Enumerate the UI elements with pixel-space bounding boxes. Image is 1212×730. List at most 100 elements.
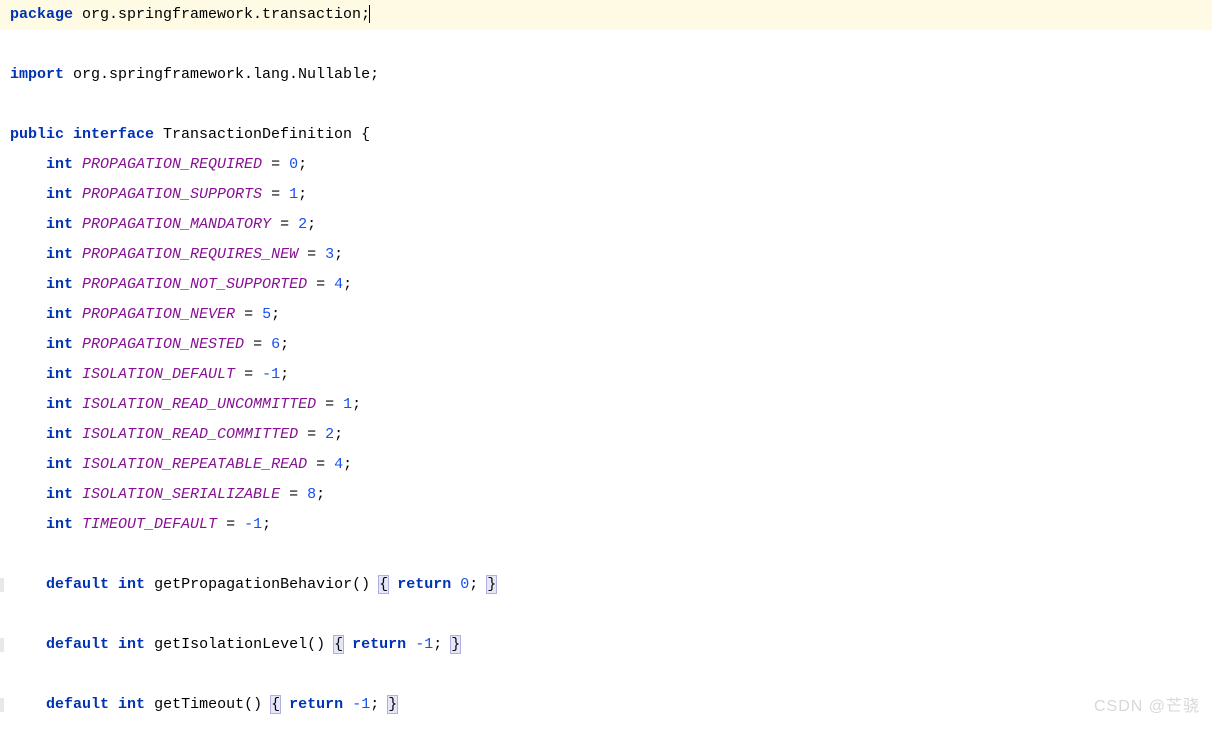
space (145, 576, 154, 593)
code-editor[interactable]: package org.springframework.transaction;… (0, 0, 1212, 720)
semi: ; (307, 216, 316, 233)
keyword-int: int (46, 486, 73, 503)
indent (10, 186, 46, 203)
code-line: default int getIsolationLevel() { return… (10, 630, 1202, 660)
semi: ; (316, 486, 325, 503)
eq: = (307, 246, 325, 263)
watermark: CSDN @芒骁 (1094, 692, 1200, 722)
number-literal: 5 (262, 306, 271, 323)
keyword-default: default (46, 696, 109, 713)
semi: ; (343, 456, 352, 473)
space (406, 636, 415, 653)
semi: ; (262, 516, 271, 533)
eq: = (289, 486, 307, 503)
number-literal: -1 (262, 366, 280, 383)
method-name: getTimeout (154, 696, 244, 713)
caret-icon (369, 5, 370, 23)
semi: ; (298, 186, 307, 203)
eq: = (271, 156, 289, 173)
keyword-int: int (46, 456, 73, 473)
blank-line (10, 90, 1202, 120)
keyword-int: int (46, 186, 73, 203)
gutter-fold-icon[interactable] (0, 698, 4, 712)
blank-line (10, 540, 1202, 570)
indent (10, 216, 46, 233)
code-line: default int getTimeout() { return -1; } (10, 690, 1202, 720)
space (145, 636, 154, 653)
code-line: int PROPAGATION_REQUIRES_NEW = 3; (10, 240, 1202, 270)
number-literal: 8 (307, 486, 316, 503)
number-literal: -1 (415, 636, 433, 653)
keyword-return: return (352, 636, 406, 653)
keyword-int: int (46, 246, 73, 263)
indent (10, 486, 46, 503)
number-literal: 1 (289, 186, 298, 203)
semi: ; (370, 696, 379, 713)
semi: ; (352, 396, 361, 413)
keyword-int: int (46, 306, 73, 323)
field-name: PROPAGATION_MANDATORY (73, 216, 280, 233)
code-line: default int getPropagationBehavior() { r… (10, 570, 1202, 600)
eq: = (316, 456, 334, 473)
number-literal: 0 (289, 156, 298, 173)
method-name: getIsolationLevel (154, 636, 307, 653)
semi: ; (433, 636, 442, 653)
indent (10, 696, 46, 713)
keyword-package: package (10, 6, 73, 23)
indent (10, 336, 46, 353)
semi: ; (271, 306, 280, 323)
gutter-fold-icon[interactable] (0, 578, 4, 592)
keyword-int: int (46, 336, 73, 353)
keyword-int: int (46, 516, 73, 533)
space (109, 696, 118, 713)
eq: = (226, 516, 244, 533)
parens: () (244, 696, 262, 713)
semi: ; (334, 426, 343, 443)
keyword-import: import (10, 66, 64, 83)
number-literal: 4 (334, 276, 343, 293)
code-line: int PROPAGATION_NEVER = 5; (10, 300, 1202, 330)
semi: ; (343, 276, 352, 293)
indent (10, 156, 46, 173)
parens: () (352, 576, 370, 593)
code-line: int ISOLATION_DEFAULT = -1; (10, 360, 1202, 390)
blank-line (10, 600, 1202, 630)
brace-close: } (450, 635, 461, 654)
indent (10, 246, 46, 263)
code-line: int TIMEOUT_DEFAULT = -1; (10, 510, 1202, 540)
code-line: int PROPAGATION_REQUIRED = 0; (10, 150, 1202, 180)
class-name: TransactionDefinition (154, 126, 361, 143)
code-line: int PROPAGATION_SUPPORTS = 1; (10, 180, 1202, 210)
eq: = (271, 186, 289, 203)
field-name: TIMEOUT_DEFAULT (73, 516, 226, 533)
keyword-return: return (289, 696, 343, 713)
brace-close: } (486, 575, 497, 594)
keyword-return: return (397, 576, 451, 593)
brace-open: { (361, 126, 370, 143)
number-literal: 3 (325, 246, 334, 263)
keyword-int: int (46, 426, 73, 443)
field-name: PROPAGATION_SUPPORTS (73, 186, 271, 203)
space (280, 696, 289, 713)
space (451, 576, 460, 593)
field-name: ISOLATION_DEFAULT (73, 366, 244, 383)
code-line: int ISOLATION_REPEATABLE_READ = 4; (10, 450, 1202, 480)
keyword-int: int (46, 276, 73, 293)
import-name: org.springframework.lang.Nullable; (64, 66, 379, 83)
eq: = (307, 426, 325, 443)
indent (10, 576, 46, 593)
keyword-int: int (118, 696, 145, 713)
field-name: ISOLATION_REPEATABLE_READ (73, 456, 316, 473)
indent (10, 366, 46, 383)
semi: ; (280, 336, 289, 353)
gutter-fold-icon[interactable] (0, 638, 4, 652)
code-line: int ISOLATION_READ_UNCOMMITTED = 1; (10, 390, 1202, 420)
keyword-int: int (46, 396, 73, 413)
semi: ; (280, 366, 289, 383)
indent (10, 306, 46, 323)
field-name: ISOLATION_READ_COMMITTED (73, 426, 307, 443)
brace-close: } (387, 695, 398, 714)
indent (10, 636, 46, 653)
keyword-interface: interface (64, 126, 154, 143)
field-name: ISOLATION_READ_UNCOMMITTED (73, 396, 325, 413)
